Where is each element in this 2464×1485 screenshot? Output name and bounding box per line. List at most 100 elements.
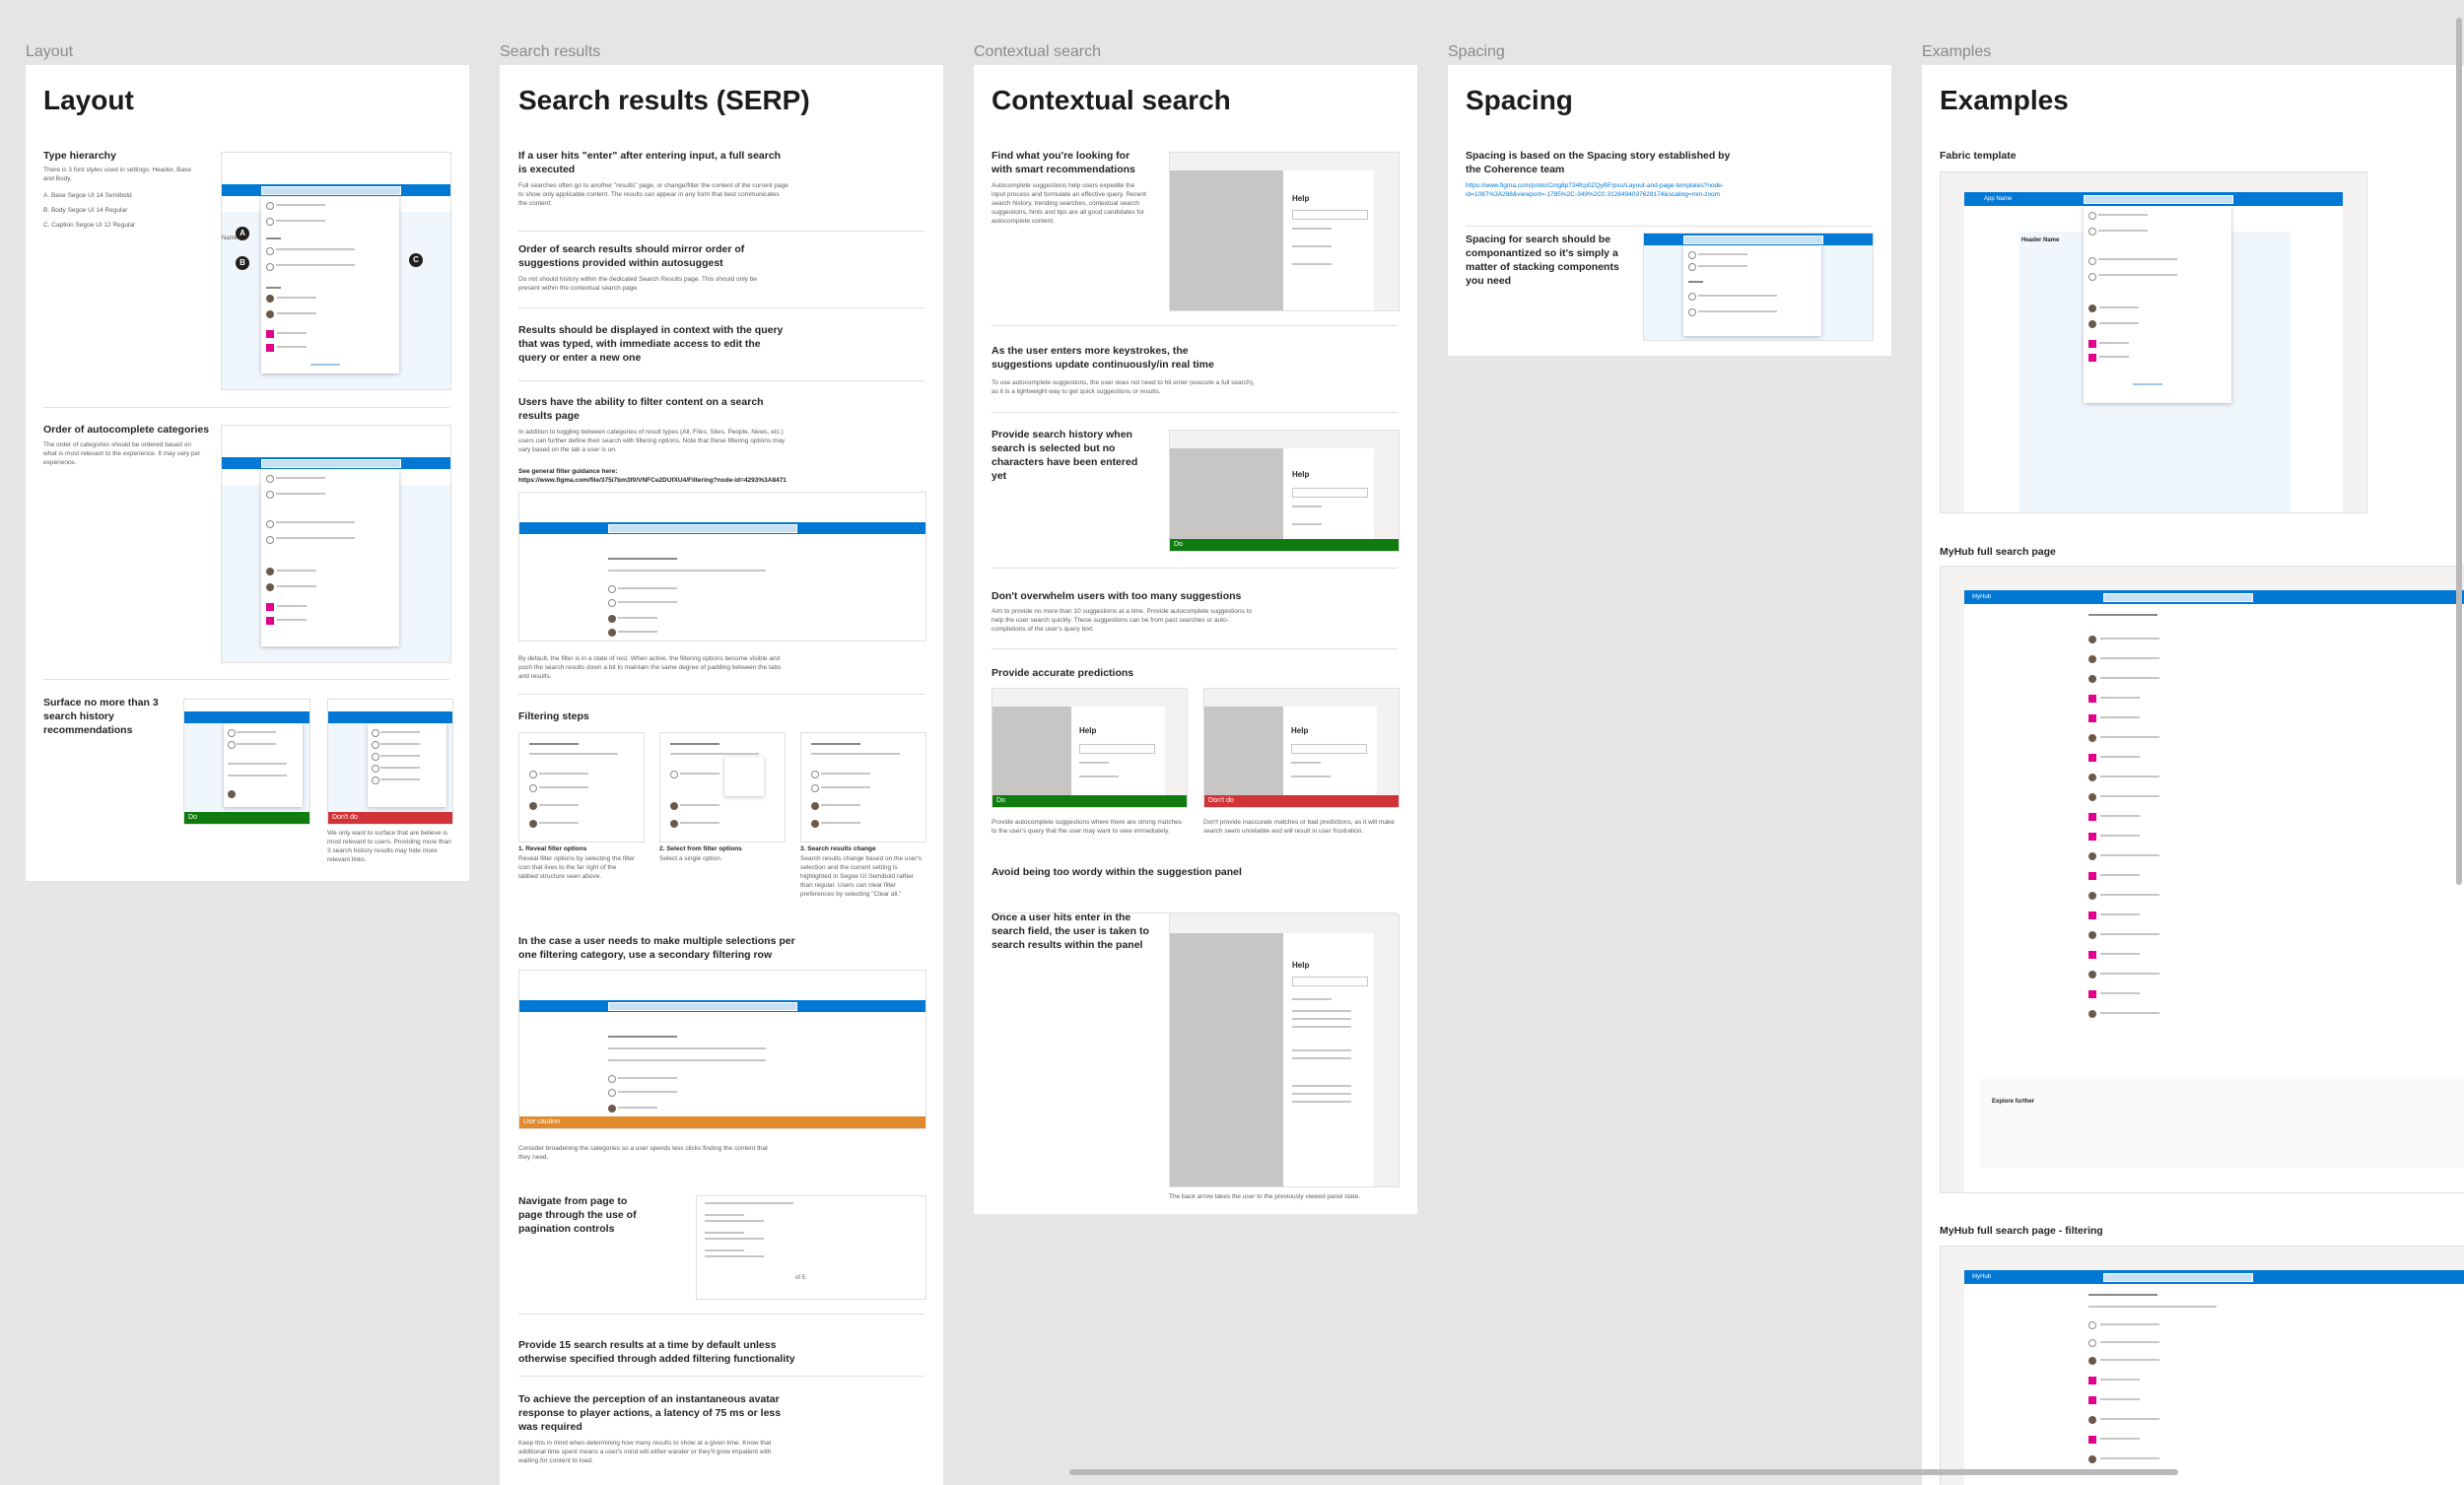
divider xyxy=(992,648,1398,649)
section-heading: Provide 15 search results at a time by d… xyxy=(518,1339,795,1365)
step-body: Reveal filter options by selecting the f… xyxy=(518,855,636,880)
divider xyxy=(518,1314,924,1315)
section-heading: Avoid being too wordy within the suggest… xyxy=(992,866,1242,878)
dont-tag: Don't do xyxy=(1204,795,1399,807)
page-title: Spacing xyxy=(1466,85,1573,115)
page-title: Contextual search xyxy=(992,85,1231,115)
badge-c: C xyxy=(409,253,423,267)
guidance-link[interactable]: https://www.figma.com/file/375i7bm3f0/VN… xyxy=(518,477,787,484)
filter-step-1 xyxy=(518,732,645,843)
vertical-scrollbar[interactable] xyxy=(2456,18,2462,885)
do-tag: Do xyxy=(1170,539,1399,551)
divider xyxy=(518,231,924,232)
layout-frame[interactable]: Layout Type hierarchy There is 3 font st… xyxy=(26,65,469,881)
divider xyxy=(992,568,1398,569)
section-heading: Order of search results should mirror or… xyxy=(518,243,745,269)
app-name: App Name xyxy=(1984,196,2013,202)
order-mockup xyxy=(221,425,451,663)
brand: MyHub xyxy=(1972,594,1992,600)
section-heading: Provide search history when search is se… xyxy=(992,429,1138,482)
divider xyxy=(992,412,1398,413)
section-heading: In the case a user needs to make multipl… xyxy=(518,935,795,961)
guidance-text: See general filter guidance here: xyxy=(518,468,618,475)
dont-tag: Don't do xyxy=(328,812,452,824)
fabric-heading: Fabric template xyxy=(1940,150,2017,162)
myhub-filter-heading: MyHub full search page - filtering xyxy=(1940,1225,2103,1237)
serp-frame[interactable]: Search results (SERP) If a user hits "en… xyxy=(500,65,943,1485)
panel-results-mockup: Help xyxy=(1169,914,1400,1187)
section-heading: Navigate from page to page through the u… xyxy=(518,1195,637,1235)
section-heading: Find what you're looking for with smart … xyxy=(992,150,1135,175)
caution-tag: Use caution xyxy=(519,1116,925,1128)
filter-step-3 xyxy=(800,732,926,843)
myhub-heading: MyHub full search page xyxy=(1940,546,2056,558)
divider xyxy=(518,694,924,695)
section-heading: Users have the ability to filter content… xyxy=(518,396,764,422)
do-mockup: Do xyxy=(183,699,310,825)
step-title: 1. Reveal filter options xyxy=(518,845,587,852)
frame-label-serp: Search results xyxy=(500,43,601,60)
step-body: Select a single option. xyxy=(659,855,722,862)
section-heading: Spacing is based on the Spacing story es… xyxy=(1466,150,1731,175)
section-heading: Once a user hits enter in the search fie… xyxy=(992,911,1149,951)
divider xyxy=(518,307,924,308)
section-heading: Filtering steps xyxy=(518,710,589,722)
frame-label-spacing: Spacing xyxy=(1448,43,1505,60)
contextual-frame[interactable]: Contextual search Find what you're looki… xyxy=(974,65,1417,1214)
section-body: Aim to provide no more than 10 suggestio… xyxy=(992,608,1253,633)
section-heading: Results should be displayed in context w… xyxy=(518,324,784,364)
spacing-link[interactable]: https://www.figma.com/proto/Cmg8p734fcp0… xyxy=(1466,181,1751,199)
help-title: Help xyxy=(1292,961,1310,970)
pagination-text[interactable]: of 5 xyxy=(795,1275,805,1281)
section-body: Full searches often go to another "resul… xyxy=(518,182,788,207)
myhub-filter-mockup: MyHub xyxy=(1940,1246,2464,1485)
section-body: By default, the filter is in a state of … xyxy=(518,655,782,680)
horizontal-scrollbar[interactable] xyxy=(1069,1469,2178,1475)
section-heading: Provide accurate predictions xyxy=(992,667,1134,679)
divider xyxy=(518,1376,924,1377)
divider xyxy=(992,325,1398,326)
filter-step-2 xyxy=(659,732,786,843)
section-heading: If a user hits "enter" after entering in… xyxy=(518,150,782,175)
history-mockup: Help Do xyxy=(1169,430,1400,552)
dont-body: Don't provide inaccurate matches or bad … xyxy=(1203,819,1395,835)
section-heading: Don't overwhelm users with too many sugg… xyxy=(992,590,1242,602)
pagination-mockup: of 5 xyxy=(696,1195,926,1300)
help-title: Help xyxy=(1292,194,1310,203)
do-tag: Do xyxy=(992,795,1187,807)
section-heading: Spacing for search should be componantiz… xyxy=(1466,234,1619,287)
page-title: Search results (SERP) xyxy=(518,85,810,115)
smart-recommend-mockup: Help xyxy=(1169,152,1400,311)
section-body: Do not should history within the dedicat… xyxy=(518,276,757,292)
section-heading: As the user enters more keystrokes, the … xyxy=(992,345,1214,371)
section-body: In addition to toggling between categori… xyxy=(518,429,786,453)
type-item: A. Base Segoe UI 14 Semibold xyxy=(43,192,132,199)
help-title: Help xyxy=(1292,470,1310,479)
type-item: B. Body Segoe UI 14 Regular xyxy=(43,207,128,214)
brand: MyHub xyxy=(1972,1274,1992,1280)
explore-further: Explore further xyxy=(1992,1099,2035,1105)
section-body: To use autocomplete suggestions, the use… xyxy=(992,379,1255,395)
myhub-mockup: MyHub Explore further xyxy=(1940,566,2464,1193)
section-heading: Order of autocomplete categories xyxy=(43,424,210,436)
section-body: The order of categories should be ordere… xyxy=(43,441,201,466)
section-body: We only want to surface that are believe… xyxy=(327,830,451,863)
badge-b: B xyxy=(236,256,249,270)
badge-a: A xyxy=(236,227,249,240)
do-tag: Do xyxy=(184,812,309,824)
examples-frame[interactable]: Examples Fabric template App Name Header… xyxy=(1922,65,2464,1485)
spacing-frame[interactable]: Spacing Spacing is based on the Spacing … xyxy=(1448,65,1891,356)
divider xyxy=(518,380,924,381)
section-body: There is 3 font styles used in settings:… xyxy=(43,167,191,182)
header-name-text: Name xyxy=(222,236,239,241)
page-title: Examples xyxy=(1940,85,2069,115)
divider xyxy=(1466,226,1872,227)
divider xyxy=(43,407,449,408)
accurate-do-mockup: Help Do xyxy=(992,688,1188,808)
accurate-dont-mockup: Help Don't do xyxy=(1203,688,1400,808)
type-hierarchy-mockup: Name xyxy=(221,152,451,390)
section-body: Keep this in mind when determining how m… xyxy=(518,1440,772,1464)
help-title: Help xyxy=(1291,726,1309,735)
header-name: Header Name xyxy=(2021,237,2060,243)
dont-mockup: Don't do xyxy=(327,699,453,825)
